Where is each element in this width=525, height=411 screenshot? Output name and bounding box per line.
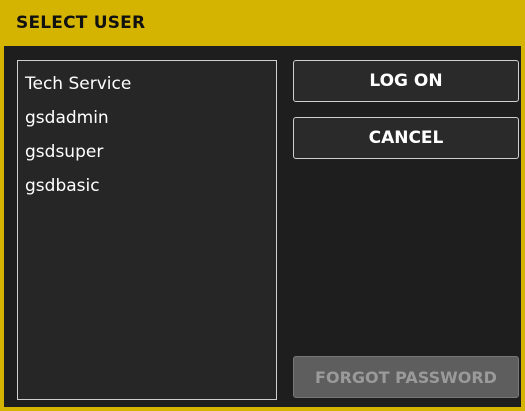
select-user-dialog: SELECT USER Tech Service gsdadmin gsdsup… bbox=[0, 0, 525, 411]
forgot-password-button[interactable]: FORGOT PASSWORD bbox=[293, 356, 519, 398]
log-on-button[interactable]: LOG ON bbox=[293, 60, 519, 102]
list-item-user[interactable]: gsdbasic bbox=[18, 169, 276, 203]
cancel-button[interactable]: CANCEL bbox=[293, 117, 519, 159]
list-item-user[interactable]: gsdadmin bbox=[18, 101, 276, 135]
user-list[interactable]: Tech Service gsdadmin gsdsuper gsdbasic bbox=[17, 60, 277, 400]
dialog-title: SELECT USER bbox=[16, 13, 146, 33]
list-item-user[interactable]: gsdsuper bbox=[18, 135, 276, 169]
dialog-title-bar: SELECT USER bbox=[0, 0, 525, 46]
list-item-user[interactable]: Tech Service bbox=[18, 67, 276, 101]
